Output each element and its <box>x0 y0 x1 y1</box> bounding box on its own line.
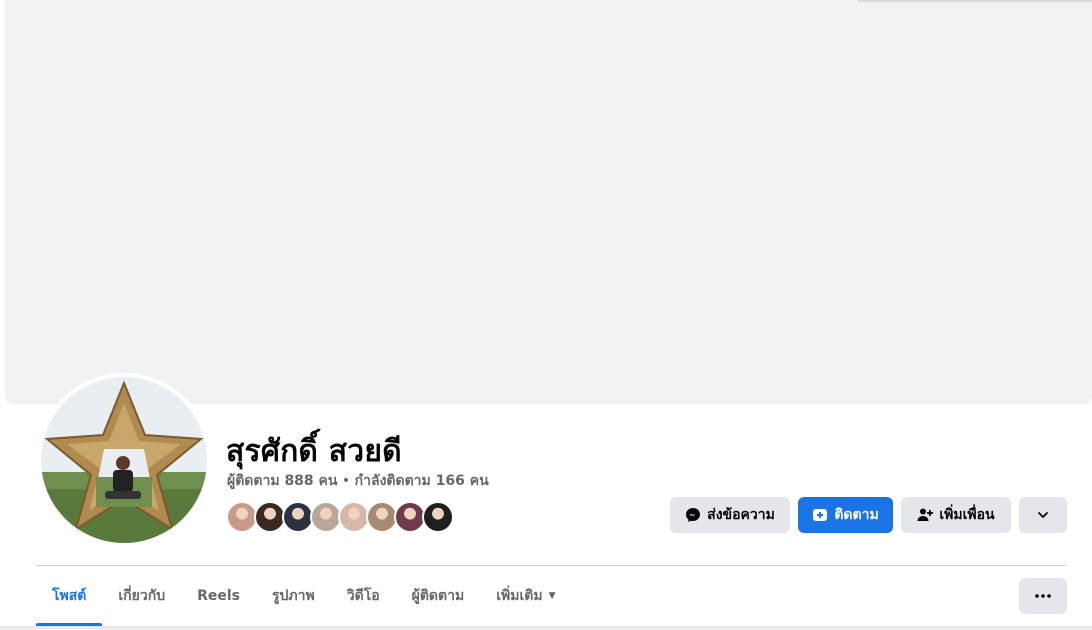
tab-label: ผู้ติดตาม <box>411 588 465 604</box>
tab-videos[interactable]: วิดีโอ <box>331 566 396 626</box>
tab-label: เพิ่มเติม <box>496 588 543 604</box>
chevron-down-icon <box>1038 512 1048 518</box>
tab-label: โพสต์ <box>52 588 87 604</box>
tab-photos[interactable]: รูปภาพ <box>256 566 331 626</box>
profile-picture[interactable] <box>37 373 211 547</box>
cover-edge <box>858 0 1092 2</box>
tab-label: รูปภาพ <box>272 588 315 604</box>
friend-avatar[interactable] <box>422 501 454 533</box>
follow-icon <box>813 509 828 521</box>
tab-label: เกี่ยวกับ <box>118 588 166 604</box>
follow-button-label: ติดตาม <box>834 507 879 523</box>
tab-reels[interactable]: Reels <box>181 566 256 626</box>
tab-about[interactable]: เกี่ยวกับ <box>102 566 181 626</box>
follow-stats: ผู้ติดตาม 888 คน • กำลังติดตาม 166 คน <box>227 470 489 492</box>
tab-followers[interactable]: ผู้ติดตาม <box>396 566 481 626</box>
follow-button[interactable]: ติดตาม <box>798 497 893 533</box>
caret-down-icon: ▼ <box>548 591 556 601</box>
profile-options-button[interactable] <box>1019 497 1067 533</box>
stats-separator: • <box>337 473 355 489</box>
more-options-button[interactable] <box>1019 578 1067 614</box>
followers-count[interactable]: ผู้ติดตาม 888 คน <box>227 473 337 489</box>
message-button-label: ส่งข้อความ <box>707 507 775 523</box>
tab-more[interactable]: เพิ่มเติม ▼ <box>480 566 571 626</box>
profile-tabs: โพสต์ เกี่ยวกับ Reels รูปภาพ วิดีโอ ผู้ต… <box>36 566 571 626</box>
tab-label: Reels <box>197 588 240 604</box>
profile-name: สุรศักดิ์ สวยดี <box>226 434 402 469</box>
tab-label: วิดีโอ <box>346 588 380 604</box>
profile-photo-image <box>41 377 207 543</box>
section-shadow <box>0 626 1092 630</box>
add-friend-button[interactable]: เพิ่มเพื่อน <box>901 497 1011 533</box>
ellipsis-icon <box>1035 594 1051 598</box>
tab-posts[interactable]: โพสต์ <box>36 566 103 626</box>
following-count[interactable]: กำลังติดตาม 166 คน <box>355 473 489 489</box>
cover-photo[interactable] <box>5 0 1092 404</box>
add-friend-button-label: เพิ่มเพื่อน <box>939 507 995 523</box>
add-friend-icon <box>917 508 934 521</box>
message-button[interactable]: ส่งข้อความ <box>670 497 790 533</box>
messenger-icon <box>686 508 701 522</box>
